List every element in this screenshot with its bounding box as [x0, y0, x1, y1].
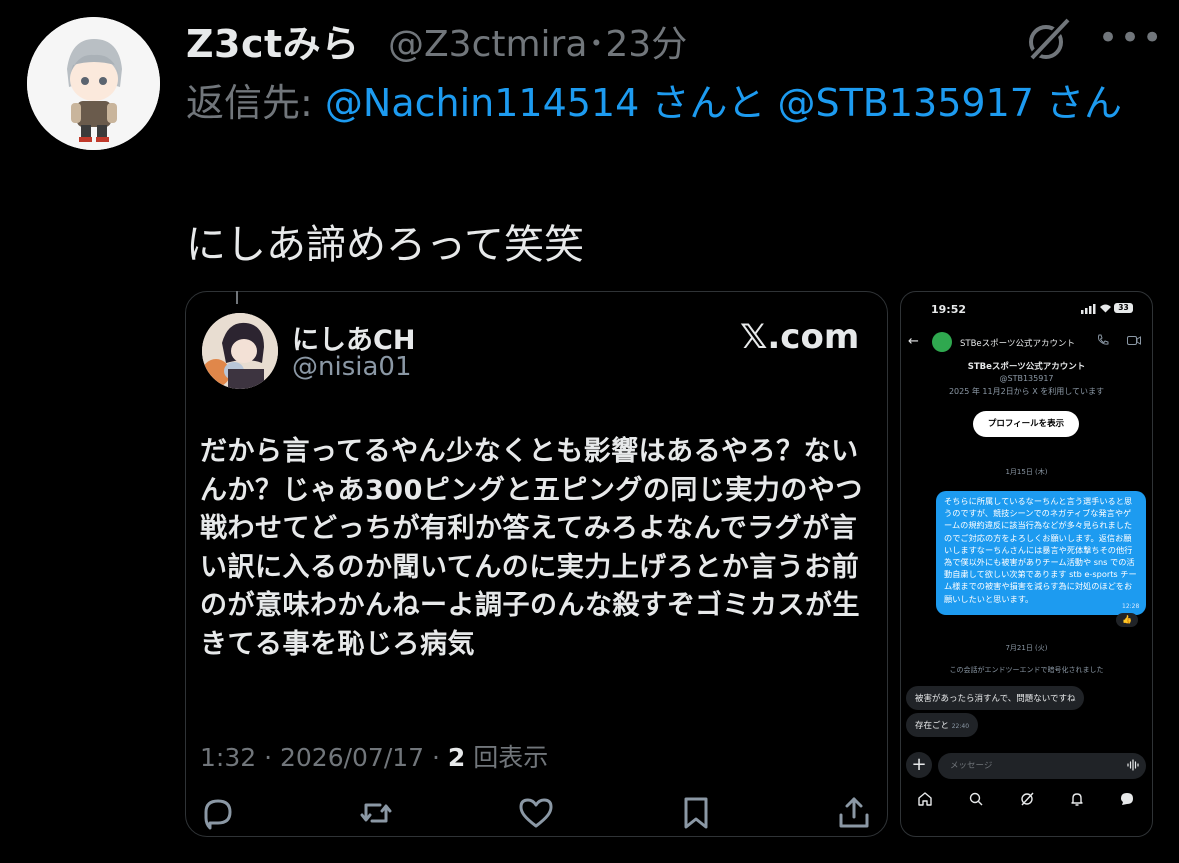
like-icon — [518, 795, 554, 831]
quoted-time: 1:32 · 2026/07/17 · — [200, 743, 448, 772]
quoted-text: だから言ってるやん少なくとも影響はあるやろ？ないんか？じゃあ300ピングと五ピン… — [200, 436, 863, 660]
back-arrow-icon[interactable]: ← — [908, 334, 919, 349]
reply-mid: さんと — [639, 81, 778, 125]
avatar[interactable] — [27, 17, 160, 150]
notifications-icon[interactable] — [1070, 792, 1084, 809]
profile-name: STBeスポーツ公式アカウント — [967, 362, 1086, 372]
chat-avatar — [932, 332, 952, 352]
quoted-avatar — [202, 313, 278, 389]
display-name[interactable]: Z3ctみら — [186, 13, 360, 68]
more-options-icon[interactable]: ••• — [1098, 18, 1164, 58]
home-icon[interactable] — [918, 792, 932, 809]
mention-link[interactable]: @STB135917 — [777, 81, 1033, 125]
message-input[interactable]: メッセージ — [938, 753, 1146, 779]
video-call-icon[interactable] — [1127, 335, 1141, 349]
add-attachment-button[interactable]: + — [906, 752, 932, 778]
date-divider: 7月21日 (火) — [1005, 644, 1048, 652]
message-bubble-sent: そちらに所属しているなーちんと言う選手いると思うのですが、競技シーンでのネガティ… — [936, 491, 1146, 615]
handle-and-time[interactable]: @Z3ctmira･23分 — [388, 15, 687, 67]
reply-suffix: さん — [1033, 81, 1123, 125]
reaction-badge: 👍 — [1116, 613, 1138, 627]
phone-call-icon[interactable] — [1097, 334, 1109, 349]
encryption-notice: この会話がエンドツーエンドで暗号化されました — [949, 666, 1104, 674]
tweet-text: にしあ諦めろって笑笑 — [186, 222, 584, 268]
view-profile-button[interactable]: プロフィールを表示 — [973, 411, 1079, 437]
view-count: 2 — [447, 743, 466, 772]
status-time: 19:52 — [931, 303, 967, 316]
grok-icon[interactable] — [1022, 14, 1074, 66]
reply-icon — [200, 795, 236, 831]
mention-link[interactable]: @Nachin114514 — [325, 81, 639, 125]
battery-icon: 33 — [1114, 303, 1133, 313]
reply-to: 返信先: @Nachin114514 さんと @STB135917 さん — [186, 74, 1146, 132]
message-bubble-received: 存在ごと 22:40 — [906, 713, 979, 737]
x-logo: 𝕏.com — [740, 317, 860, 357]
divider — [236, 291, 238, 304]
message-text: 被害があったら消すんで、問題ないですね — [915, 694, 1076, 704]
message-time: 22:40 — [951, 723, 970, 730]
voice-icon[interactable] — [1127, 759, 1139, 774]
chat-title: STBeスポーツ公式アカウント — [960, 339, 1075, 349]
profile-handle: @STB135917 — [999, 374, 1054, 383]
grok-icon[interactable] — [1020, 792, 1034, 809]
bookmark-icon — [678, 795, 714, 831]
view-label: 回表示 — [465, 743, 549, 772]
share-icon — [836, 795, 872, 831]
message-text: そちらに所属しているなーちんと言う選手いると思うのですが、競技シーンでのネガティ… — [944, 496, 1137, 604]
search-icon[interactable] — [969, 792, 983, 809]
quoted-meta: 1:32 · 2026/07/17 · 2 回表示 — [200, 738, 548, 774]
retweet-icon — [358, 795, 394, 831]
date-divider: 1月15日 (木) — [1005, 468, 1048, 476]
messages-icon[interactable] — [1120, 792, 1134, 809]
signal-icon — [1081, 304, 1097, 317]
message-time: 12:28 — [1122, 603, 1140, 610]
message-text: 存在ごと — [915, 721, 950, 731]
wifi-icon — [1099, 303, 1112, 316]
message-bubble-received: 被害があったら消すんで、問題ないですね — [906, 686, 1085, 710]
profile-joined: 2025 年 11月2日から X を利用しています — [948, 387, 1105, 396]
reply-prefix: 返信先: — [186, 81, 325, 125]
phone-screenshot-card[interactable]: 19:52 33 ← STBeスポーツ公式アカウント STBeスポーツ公式アカウ… — [900, 291, 1153, 837]
quoted-handle: @nisia01 — [292, 352, 412, 382]
message-input-placeholder: メッセージ — [950, 761, 993, 771]
